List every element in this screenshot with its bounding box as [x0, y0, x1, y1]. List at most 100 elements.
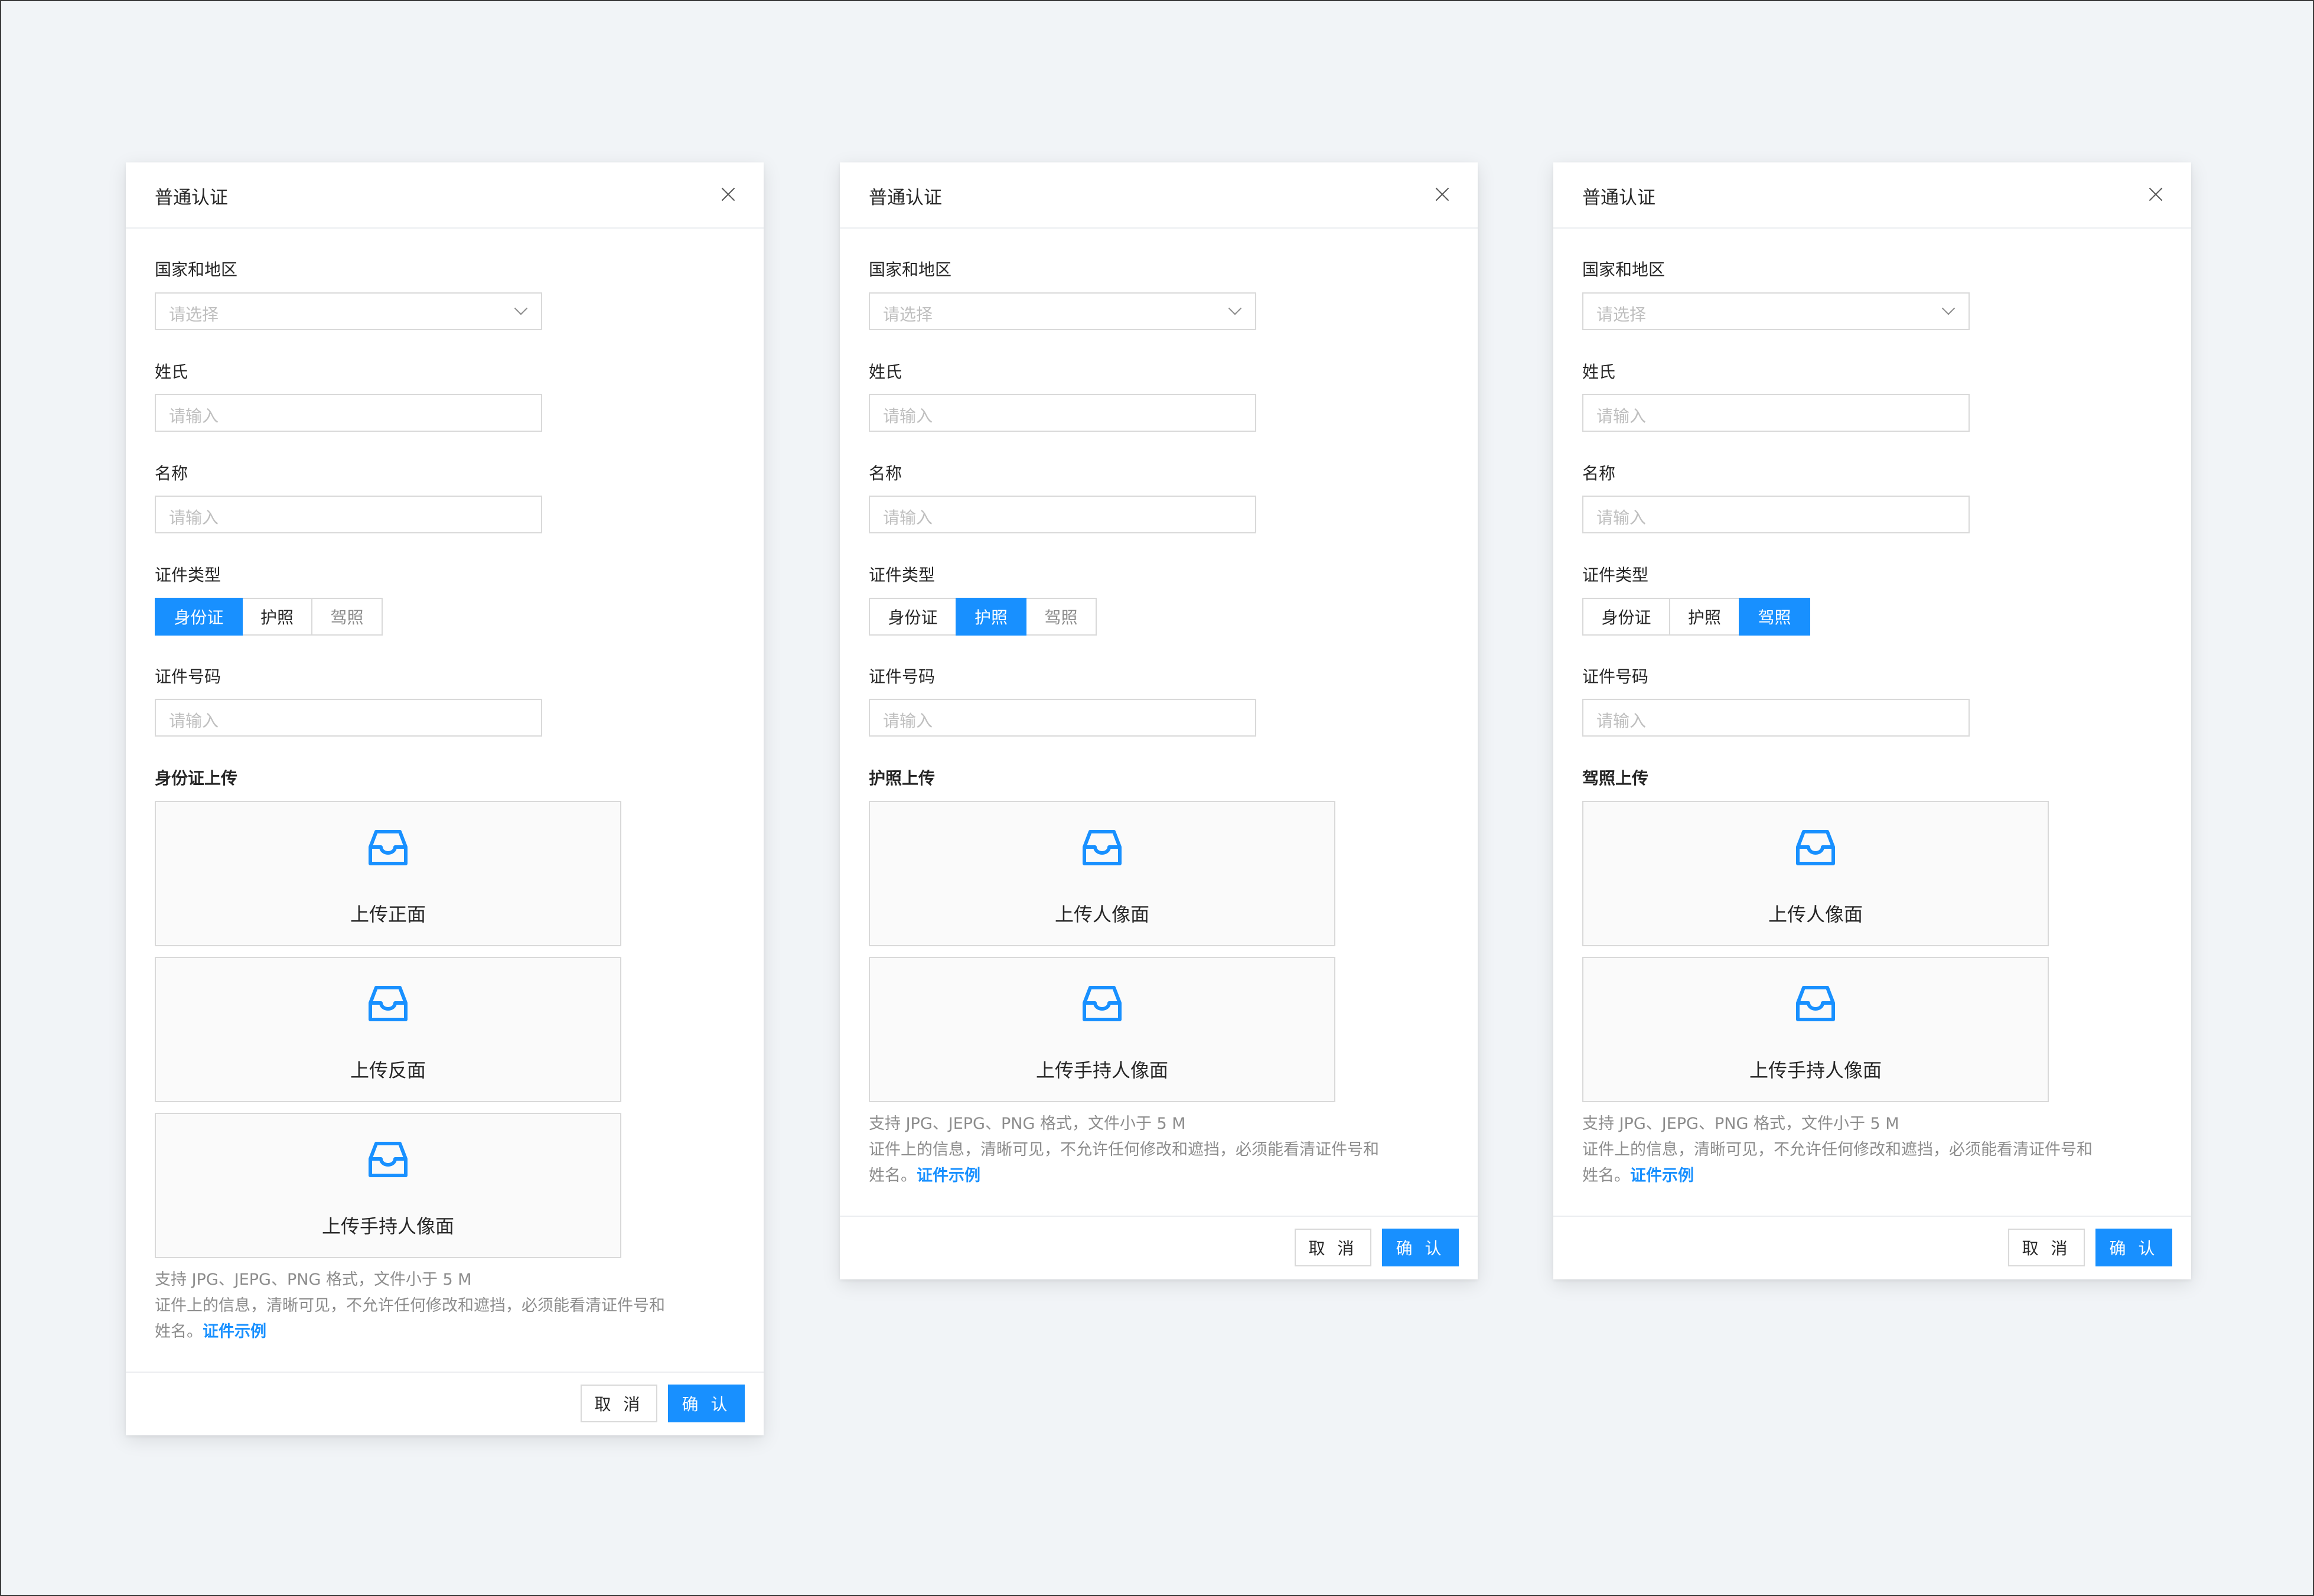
surname-label: 姓氏	[1582, 362, 1616, 382]
country-label: 国家和地区	[869, 260, 952, 279]
close-icon[interactable]	[1430, 183, 1454, 206]
upload-front-box[interactable]: 上传正面	[155, 801, 621, 946]
surname-input[interactable]: 请输入	[869, 394, 1256, 432]
modal-footer: 取 消 确 认	[1553, 1216, 2191, 1279]
doc-type-id-card[interactable]: 身份证	[1582, 598, 1670, 636]
name-label: 名称	[155, 464, 188, 483]
modal-header: 普通认证	[126, 162, 764, 229]
name-placeholder: 请输入	[883, 508, 933, 527]
verification-modal-driver-license: 普通认证 国家和地区 请选择 姓氏 请输入 名称 请输入 证件类型 身份证 护照…	[1553, 162, 2191, 1279]
confirm-button[interactable]: 确 认	[2095, 1229, 2172, 1266]
doc-type-passport[interactable]: 护照	[242, 598, 312, 636]
name-label: 名称	[1582, 464, 1616, 483]
upload-handheld-box[interactable]: 上传手持人像面	[155, 1113, 621, 1258]
upload-portrait-label: 上传人像面	[1768, 903, 1863, 926]
modal-title: 普通认证	[155, 187, 228, 209]
name-input[interactable]: 请输入	[155, 496, 542, 533]
inbox-icon	[369, 986, 408, 1021]
hint-line-3: 姓名。	[155, 1323, 203, 1341]
doc-type-driver-license[interactable]: 驾照	[1025, 598, 1097, 636]
verification-modal-id-card: 普通认证 国家和地区 请选择 姓氏 请输入 名称 请输入 证件类型 身份证 护照…	[126, 162, 764, 1435]
inbox-icon	[1796, 830, 1835, 865]
upload-hint: 支持 JPG、JEPG、PNG 格式，文件小于 5 M 证件上的信息，清晰可见，…	[869, 1111, 1436, 1189]
cancel-button[interactable]: 取 消	[1295, 1229, 1371, 1266]
doc-type-id-card[interactable]: 身份证	[869, 598, 957, 636]
upload-portrait-box[interactable]: 上传人像面	[1582, 801, 2049, 946]
upload-section-title: 护照上传	[869, 768, 936, 788]
upload-handheld-label: 上传手持人像面	[1035, 1059, 1168, 1082]
name-placeholder: 请输入	[169, 508, 219, 527]
country-select[interactable]: 请选择	[869, 292, 1256, 330]
modal-title: 普通认证	[1582, 187, 1655, 209]
surname-placeholder: 请输入	[1596, 406, 1647, 426]
doc-number-input[interactable]: 请输入	[155, 699, 542, 737]
upload-hint: 支持 JPG、JEPG、PNG 格式，文件小于 5 M 证件上的信息，清晰可见，…	[1582, 1111, 2149, 1189]
upload-handheld-box[interactable]: 上传手持人像面	[1582, 957, 2049, 1102]
surname-input[interactable]: 请输入	[155, 394, 542, 432]
doc-type-driver-license[interactable]: 驾照	[1739, 598, 1810, 636]
verification-modal-passport: 普通认证 国家和地区 请选择 姓氏 请输入 名称 请输入 证件类型 身份证 护照…	[840, 162, 1478, 1279]
upload-hint: 支持 JPG、JEPG、PNG 格式，文件小于 5 M 证件上的信息，清晰可见，…	[155, 1267, 722, 1345]
hint-line-2: 证件上的信息，清晰可见，不允许任何修改和遮挡，必须能看清证件号和	[155, 1297, 665, 1315]
upload-section-title: 驾照上传	[1582, 768, 1649, 788]
cancel-button[interactable]: 取 消	[581, 1385, 657, 1422]
modal-footer: 取 消 确 认	[126, 1372, 764, 1435]
doc-type-label: 证件类型	[1582, 565, 1649, 585]
modal-title: 普通认证	[869, 187, 942, 209]
confirm-button[interactable]: 确 认	[668, 1385, 745, 1422]
upload-handheld-label: 上传手持人像面	[1749, 1059, 1882, 1082]
document-example-link[interactable]: 证件示例	[203, 1323, 266, 1341]
document-example-link[interactable]: 证件示例	[917, 1167, 980, 1185]
doc-type-segmented: 身份证 护照 驾照	[869, 598, 1097, 636]
close-icon[interactable]	[716, 183, 740, 206]
doc-number-label: 证件号码	[869, 667, 936, 686]
doc-number-label: 证件号码	[1582, 667, 1649, 686]
hint-line-3: 姓名。	[869, 1167, 917, 1185]
doc-number-input[interactable]: 请输入	[869, 699, 1256, 737]
hint-line-2: 证件上的信息，清晰可见，不允许任何修改和遮挡，必须能看清证件号和	[1582, 1141, 2093, 1159]
inbox-icon	[1083, 830, 1122, 865]
upload-portrait-label: 上传人像面	[1054, 903, 1149, 926]
upload-handheld-box[interactable]: 上传手持人像面	[869, 957, 1335, 1102]
country-select[interactable]: 请选择	[155, 292, 542, 330]
upload-handheld-label: 上传手持人像面	[321, 1215, 454, 1237]
doc-type-segmented: 身份证 护照 驾照	[1582, 598, 1810, 636]
surname-label: 姓氏	[155, 362, 188, 382]
doc-number-placeholder: 请输入	[169, 711, 219, 731]
doc-type-passport[interactable]: 护照	[1669, 598, 1740, 636]
name-input[interactable]: 请输入	[1582, 496, 1970, 533]
upload-front-label: 上传正面	[350, 903, 426, 926]
country-placeholder: 请选择	[883, 305, 933, 324]
doc-number-input[interactable]: 请输入	[1582, 699, 1970, 737]
inbox-icon	[369, 830, 408, 865]
surname-label: 姓氏	[869, 362, 902, 382]
modal-header: 普通认证	[1553, 162, 2191, 229]
upload-portrait-box[interactable]: 上传人像面	[869, 801, 1335, 946]
doc-type-id-card[interactable]: 身份证	[155, 598, 243, 636]
cancel-button[interactable]: 取 消	[2008, 1229, 2085, 1266]
hint-line-2: 证件上的信息，清晰可见，不允许任何修改和遮挡，必须能看清证件号和	[869, 1141, 1379, 1159]
doc-number-placeholder: 请输入	[1596, 711, 1647, 731]
modal-footer: 取 消 确 认	[840, 1216, 1478, 1279]
name-label: 名称	[869, 464, 902, 483]
name-input[interactable]: 请输入	[869, 496, 1256, 533]
hint-line-1: 支持 JPG、JEPG、PNG 格式，文件小于 5 M	[155, 1271, 472, 1289]
doc-number-label: 证件号码	[155, 667, 221, 686]
doc-type-label: 证件类型	[869, 565, 936, 585]
doc-type-segmented: 身份证 护照 驾照	[155, 598, 383, 636]
country-placeholder: 请选择	[1596, 305, 1647, 324]
upload-back-box[interactable]: 上传反面	[155, 957, 621, 1102]
inbox-icon	[1796, 986, 1835, 1021]
surname-input[interactable]: 请输入	[1582, 394, 1970, 432]
chevron-down-icon	[514, 301, 528, 315]
hint-line-1: 支持 JPG、JEPG、PNG 格式，文件小于 5 M	[1582, 1115, 1899, 1133]
name-placeholder: 请输入	[1596, 508, 1647, 527]
doc-type-driver-license[interactable]: 驾照	[311, 598, 383, 636]
confirm-button[interactable]: 确 认	[1382, 1229, 1459, 1266]
country-select[interactable]: 请选择	[1582, 292, 1970, 330]
modal-header: 普通认证	[840, 162, 1478, 229]
document-example-link[interactable]: 证件示例	[1630, 1167, 1694, 1185]
close-icon[interactable]	[2144, 183, 2168, 206]
doc-type-passport[interactable]: 护照	[956, 598, 1026, 636]
hint-line-1: 支持 JPG、JEPG、PNG 格式，文件小于 5 M	[869, 1115, 1186, 1133]
